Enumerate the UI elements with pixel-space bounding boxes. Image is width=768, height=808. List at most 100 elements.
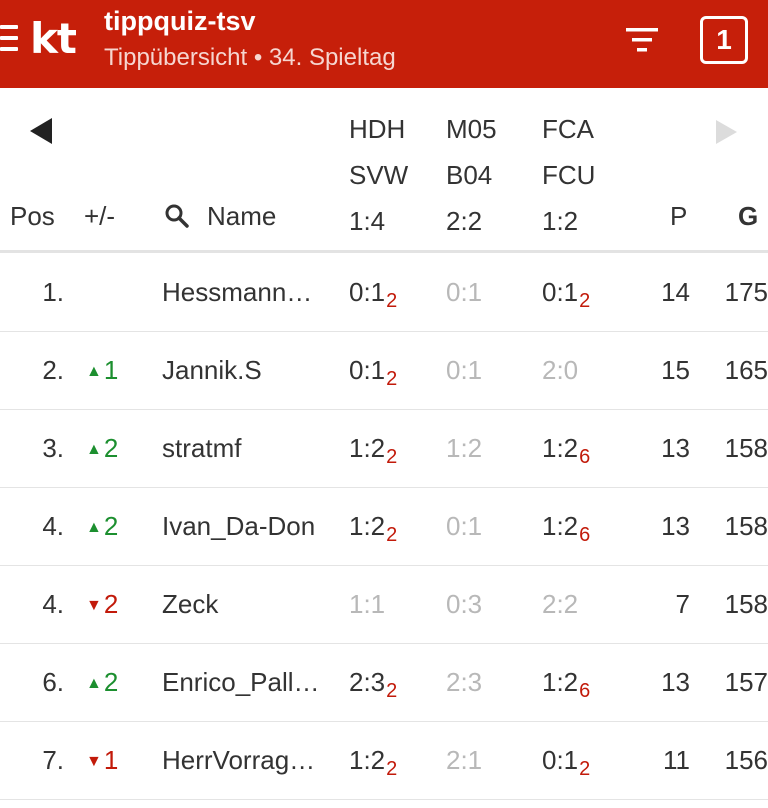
match-result: 1:4	[349, 206, 386, 236]
table-row[interactable]: 6. ▲2 Enrico_Pall… 2:32 2:3 1:26 13 157	[0, 644, 768, 722]
tip-cell: 0:1	[446, 488, 482, 565]
rank-trend: ▲2	[86, 410, 118, 488]
next-matchday-arrow-icon[interactable]	[716, 120, 737, 144]
match-column-2[interactable]: M05 B04 2:2	[446, 106, 497, 244]
table-row[interactable]: 2. ▲1 Jannik.S 0:12 0:1 2:0 15 165	[0, 332, 768, 410]
tip-points: 2	[386, 758, 398, 780]
kicktipp-logo[interactable]: kt	[30, 14, 77, 64]
matchday-points: 7	[675, 589, 690, 619]
tip-cell: 1:22	[349, 488, 397, 574]
rank-position: 7.	[42, 745, 64, 775]
tip-points: 6	[579, 680, 591, 702]
total-points: 156	[724, 745, 768, 775]
column-pos-header[interactable]: Pos	[10, 201, 55, 232]
tip-cell: 1:2	[446, 410, 482, 487]
tip-points: 6	[579, 524, 591, 546]
tip-score: 1:2	[542, 511, 579, 541]
tip-score: 2:3	[446, 667, 483, 697]
table-row[interactable]: 4. ▼2 Zeck 1:1 0:3 2:2 7 158	[0, 566, 768, 644]
matchday-points: 13	[661, 511, 690, 541]
rank-trend: ▲1	[86, 332, 118, 410]
matchday-badge[interactable]: 1	[700, 16, 748, 64]
trend-up-icon: ▲	[86, 675, 102, 692]
tip-cell: 2:1	[446, 722, 482, 799]
tip-cell: 2:32	[349, 644, 397, 730]
trend-up-icon: ▲	[86, 441, 102, 458]
total-points: 158	[724, 433, 768, 463]
rank-trend	[86, 254, 88, 332]
tip-cell: 0:12	[542, 254, 590, 340]
matchday-points: 13	[661, 433, 690, 463]
tip-score: 1:2	[542, 433, 579, 463]
match-away-team: SVW	[349, 160, 409, 190]
tip-score: 1:2	[349, 433, 386, 463]
tip-score: 2:2	[542, 589, 579, 619]
player-name[interactable]: Zeck	[162, 566, 332, 643]
match-home-team: M05	[446, 114, 497, 144]
tip-cell: 1:26	[542, 644, 590, 730]
match-column-1[interactable]: HDH SVW 1:4	[349, 106, 408, 244]
player-name[interactable]: Enrico_Pall…	[162, 644, 332, 721]
matchday-points: 11	[663, 745, 690, 775]
total-points: 165	[724, 355, 768, 385]
match-away-team: B04	[446, 160, 493, 190]
tip-score: 1:2	[446, 433, 483, 463]
rank-position: 6.	[42, 667, 64, 697]
search-icon[interactable]	[164, 203, 190, 229]
table-row[interactable]: 4. ▲2 Ivan_Da-Don 1:22 0:1 1:26 13 158	[0, 488, 768, 566]
rank-position: 3.	[42, 433, 64, 463]
tip-score: 2:3	[349, 667, 386, 697]
previous-matchday-arrow-icon[interactable]	[30, 118, 52, 144]
table-row[interactable]: 3. ▲2 stratmf 1:22 1:2 1:26 13 158	[0, 410, 768, 488]
app-header: kt tippquiz-tsv Tippübersicht • 34. Spie…	[0, 0, 768, 88]
player-name[interactable]: Hessmann…	[162, 254, 332, 331]
rank-trend: ▼2	[86, 566, 118, 644]
page-subtitle: Tippübersicht • 34. Spieltag	[104, 44, 396, 71]
tip-score: 0:1	[446, 355, 483, 385]
header-divider	[0, 250, 768, 253]
tip-score: 1:2	[349, 745, 386, 775]
player-name[interactable]: stratmf	[162, 410, 332, 487]
menu-icon[interactable]	[0, 25, 18, 51]
tip-score: 2:0	[542, 355, 579, 385]
tip-points: 2	[386, 368, 398, 390]
tip-points: 2	[579, 758, 591, 780]
trend-down-icon: ▼	[86, 597, 102, 614]
trend-down-icon: ▼	[86, 753, 102, 770]
tip-score: 0:1	[542, 277, 579, 307]
rank-trend: ▲2	[86, 644, 118, 722]
column-total-header[interactable]: G	[738, 201, 758, 232]
player-name[interactable]: Ivan_Da-Don	[162, 488, 332, 565]
tip-cell: 0:12	[349, 332, 397, 418]
rank-trend: ▼1	[86, 722, 118, 800]
trend-value: 2	[103, 589, 119, 619]
rank-trend: ▲2	[86, 488, 118, 566]
tip-score: 0:1	[542, 745, 579, 775]
tip-cell: 0:1	[446, 254, 482, 331]
tip-cell: 1:26	[542, 410, 590, 496]
trend-value: 1	[103, 355, 119, 385]
tip-score: 1:2	[349, 511, 386, 541]
tip-score: 0:1	[446, 277, 483, 307]
total-points: 158	[724, 589, 768, 619]
match-column-3[interactable]: FCA FCU 1:2	[542, 106, 595, 244]
tip-cell: 0:12	[542, 722, 590, 808]
tip-cell: 1:22	[349, 410, 397, 496]
tip-cell: 1:1	[349, 566, 385, 643]
column-points-header[interactable]: P	[670, 201, 687, 232]
filter-icon[interactable]	[622, 25, 662, 55]
tip-points: 2	[386, 524, 398, 546]
tip-points: 2	[386, 446, 398, 468]
tip-cell: 2:2	[542, 566, 578, 643]
player-name[interactable]: HerrVorrag…	[162, 722, 332, 799]
tip-cell: 2:0	[542, 332, 578, 409]
tip-points: 6	[579, 446, 591, 468]
tip-cell: 1:26	[542, 488, 590, 574]
table-row[interactable]: 7. ▼1 HerrVorrag… 1:22 2:1 0:12 11 156	[0, 722, 768, 800]
table-row[interactable]: 1. Hessmann… 0:12 0:1 0:12 14 175	[0, 254, 768, 332]
group-title: tippquiz-tsv	[104, 6, 256, 36]
player-name[interactable]: Jannik.S	[162, 332, 332, 409]
matchday-points: 14	[661, 277, 690, 307]
column-name-header[interactable]: Name	[207, 201, 276, 232]
column-trend-header[interactable]: +/-	[84, 201, 115, 232]
